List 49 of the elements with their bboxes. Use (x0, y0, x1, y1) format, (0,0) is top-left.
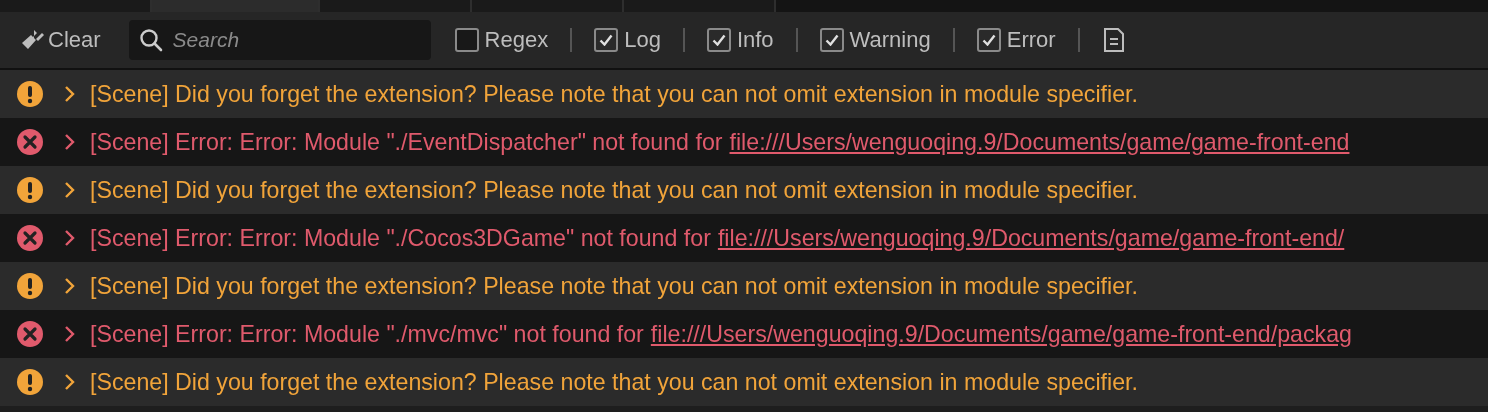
warning-icon (16, 176, 44, 204)
error-icon (16, 320, 44, 348)
search-icon (138, 28, 163, 52)
file-link[interactable]: file:///Users/wenguoqing.9/Documents/game/game-front-end/ (717, 224, 1345, 252)
log-row[interactable]: [Scene] Error: Error: Module "./mvc/mvc" not found for file:///Users/wenguoqing.9/Documents/game/game-front-end/packag (0, 310, 1488, 358)
error-icon (16, 224, 44, 252)
warning-icon (16, 80, 44, 108)
log-message: [Scene] Error: Error: Module "./Cocos3DGame" not found for (90, 224, 711, 252)
filter-label: Warning (849, 27, 931, 53)
chevron-icon[interactable] (64, 373, 76, 391)
log-message: [Scene] Did you forget the extension? Please note that you can not omit extension in module specifier. (90, 80, 1138, 108)
checkmark-icon (981, 34, 996, 46)
checkmark-icon (824, 34, 839, 46)
checkbox[interactable] (594, 28, 619, 52)
chevron-icon[interactable] (64, 325, 76, 343)
checkbox[interactable] (976, 28, 1001, 52)
chevron-icon[interactable] (64, 277, 76, 295)
filter-label: Log (624, 27, 661, 53)
checkbox[interactable] (706, 28, 731, 52)
log-row[interactable]: [Scene] Error: Error: Module "./Cocos3DGame" not found for file:///Users/wenguoqing.9/Documents/game/game-front-end/ (0, 214, 1488, 262)
chevron-icon[interactable] (64, 133, 76, 151)
log-message: [Scene] Did you forget the extension? Please note that you can not omit extension in module specifier. (90, 272, 1138, 300)
log-row[interactable]: [Scene] Error: Error: Module "./EventDispatcher" not found for file:///Users/wenguoqing.9/Documents/game/game-front-end (0, 118, 1488, 166)
log-message: [Scene] Error: Error: Module "./EventDispatcher" not found for (90, 128, 723, 156)
checkbox[interactable] (819, 28, 844, 52)
checkmark-icon (599, 34, 614, 46)
checkmark-icon (711, 34, 726, 46)
log-message: [Scene] Did you forget the extension? Please note that you can not omit extension in module specifier. (90, 176, 1138, 204)
chevron-icon[interactable] (64, 229, 76, 247)
log-row[interactable]: [Scene] Did you forget the extension? Please note that you can not omit extension in module specifier. (0, 166, 1488, 214)
log-row[interactable]: [Scene] Did you forget the extension? Please note that you can not omit extension in module specifier. (0, 70, 1488, 118)
filter-label: Regex (484, 27, 549, 53)
log-message: [Scene] Error: Error: Module "./mvc/mvc" not found for (90, 320, 644, 348)
filter-label: Error (1006, 27, 1056, 53)
warning-icon (16, 272, 44, 300)
chevron-icon[interactable] (64, 85, 76, 103)
checkbox[interactable] (454, 28, 479, 52)
filter-label: Info (736, 27, 774, 53)
file-link[interactable]: file:///Users/wenguoqing.9/Documents/game/game-front-end/packag (650, 320, 1352, 348)
chevron-icon[interactable] (64, 181, 76, 199)
search-field[interactable]: Search (128, 20, 431, 60)
log-row[interactable]: [Scene] Did you forget the extension? Please note that you can not omit extension in module specifier. (0, 358, 1488, 406)
log-message: [Scene] Did you forget the extension? Please note that you can not omit extension in module specifier. (90, 368, 1138, 396)
log-row[interactable]: [Scene] Did you forget the extension? Please note that you can not omit extension in module specifier. (0, 262, 1488, 310)
warning-icon (16, 368, 44, 396)
clear-button[interactable]: Clear (16, 27, 105, 53)
document-icon[interactable] (1101, 27, 1126, 53)
error-icon (16, 128, 44, 156)
file-link[interactable]: file:///Users/wenguoqing.9/Documents/game/game-front-end (729, 128, 1350, 156)
